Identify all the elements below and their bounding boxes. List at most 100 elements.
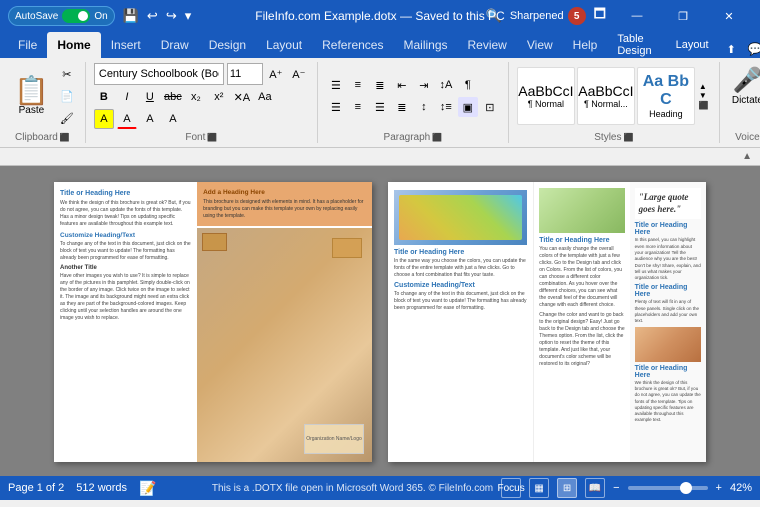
page-1[interactable]: Title or Heading Here We think the desig… <box>54 182 372 462</box>
save-icon[interactable]: 💾 <box>121 6 141 26</box>
font-group: A⁺ A⁻ B I U abc x₂ x² ✕A Aa A A A <box>86 62 318 143</box>
clipboard-expand-icon[interactable]: ⬛ <box>60 133 70 142</box>
page1-text1: To change any of the text in this docume… <box>60 241 191 262</box>
font-label: Font ⬛ <box>185 132 217 143</box>
tab-references[interactable]: References <box>312 32 393 58</box>
shading-button[interactable]: ▣ <box>458 97 478 117</box>
styles-scroll-up-icon[interactable]: ▲ <box>699 82 709 92</box>
autosave-badge[interactable]: AutoSave On <box>8 6 115 26</box>
style-heading1[interactable]: Aa Bb C Heading <box>637 67 695 125</box>
paragraph-label: Paragraph ⬛ <box>384 132 443 143</box>
tab-table-design[interactable]: Table Design <box>607 32 661 58</box>
paste-button[interactable]: 📋 Paste <box>8 75 55 118</box>
redo-icon[interactable]: ↪ <box>164 6 179 26</box>
text-case-button[interactable]: Aa <box>255 87 275 107</box>
paragraph-expand-icon[interactable]: ⬛ <box>432 133 442 142</box>
collapse-ribbon-button[interactable]: ▲ <box>742 151 752 162</box>
close-button[interactable]: ✕ <box>706 0 752 32</box>
text-effects-button[interactable]: A <box>140 109 160 129</box>
undo-icon[interactable]: ↩ <box>145 6 160 26</box>
cut-button[interactable]: ✂ <box>57 64 77 84</box>
styles-scroll[interactable]: ▲ ▼ ⬛ <box>697 82 711 111</box>
proofing-icon[interactable]: 📝 <box>139 480 156 497</box>
zoom-out-button[interactable]: − <box>613 482 619 494</box>
align-left-button[interactable]: ☰ <box>326 97 346 117</box>
subscript-button[interactable]: x₂ <box>186 87 206 107</box>
sort-button[interactable]: ↕A <box>436 75 456 95</box>
minimize-button[interactable]: — <box>614 0 660 32</box>
bold-button[interactable]: B <box>94 87 114 107</box>
align-center-button[interactable]: ≡ <box>348 97 368 117</box>
tab-file[interactable]: File <box>8 32 47 58</box>
page1-right-column: Add a Heading Here This brochure is desi… <box>197 182 372 462</box>
paragraph-content: ☰ ≡ ≣ ⇤ ⇥ ↕A ¶ ☰ ≡ ☰ ≣ ↕ ↕≡ ▣ ⊡ <box>326 62 500 130</box>
style-normal[interactable]: AaBbCcI ¶ Normal <box>517 67 575 125</box>
tab-help[interactable]: Help <box>563 32 608 58</box>
highlight-button[interactable]: A <box>94 109 114 129</box>
dictate-button[interactable]: 🎤 Dictate <box>728 62 760 110</box>
font-family-input[interactable] <box>94 63 224 85</box>
format-painter-button[interactable]: 🖌 <box>57 108 77 128</box>
styles-expand-icon[interactable]: ⬛ <box>699 101 709 111</box>
style-no-space[interactable]: AaBbCcI ¶ Normal... <box>577 67 635 125</box>
tab-mailings[interactable]: Mailings <box>393 32 457 58</box>
zoom-slider[interactable] <box>628 486 708 490</box>
show-formatting-button[interactable]: ¶ <box>458 75 478 95</box>
borders-button[interactable]: ⊡ <box>480 97 500 117</box>
font-extra-button[interactable]: A <box>163 109 183 129</box>
copy-button[interactable]: 📄 <box>57 86 77 106</box>
tab-design[interactable]: Design <box>199 32 256 58</box>
decrease-indent-button[interactable]: ⇤ <box>392 75 412 95</box>
web-layout-button[interactable]: ⊞ <box>557 478 577 498</box>
text-direction-button[interactable]: ↕ <box>414 97 434 117</box>
read-mode-button[interactable]: 📖 <box>585 478 605 498</box>
font-size-input[interactable] <box>227 63 263 85</box>
tab-table-layout[interactable]: Layout <box>666 32 719 58</box>
font-expand-icon[interactable]: ⬛ <box>207 133 217 142</box>
decrease-font-button[interactable]: A⁻ <box>289 64 309 84</box>
clipboard-group: 📋 Paste ✂ 📄 🖌 Clipboard ⬛ <box>0 62 86 143</box>
tab-layout[interactable]: Layout <box>256 32 312 58</box>
strikethrough-button[interactable]: abc <box>163 87 183 107</box>
font-color-button[interactable]: A <box>117 109 137 129</box>
tab-home[interactable]: Home <box>47 32 100 58</box>
word-count: 512 words <box>76 482 127 494</box>
styles-expand-btn-icon[interactable]: ⬛ <box>623 133 633 142</box>
print-layout-button[interactable]: ▦ <box>529 478 549 498</box>
page2-middle-column: Title or Heading Here You can easily cha… <box>534 182 629 462</box>
italic-button[interactable]: I <box>117 87 137 107</box>
page1-orange-box: Add a Heading Here This brochure is desi… <box>197 182 372 226</box>
tab-view[interactable]: View <box>517 32 563 58</box>
increase-font-button[interactable]: A⁺ <box>266 64 286 84</box>
ribbon-display-icon[interactable]: 🗖 <box>590 3 610 29</box>
page-2[interactable]: Title or Heading Here In the same way yo… <box>388 182 706 462</box>
page1-main-photo: Organization Name/Logo <box>197 228 372 462</box>
customize-icon[interactable]: ▾ <box>183 6 194 26</box>
restore-button[interactable]: ❐ <box>660 0 706 32</box>
focus-button[interactable]: Focus <box>501 478 521 498</box>
bullets-button[interactable]: ☰ <box>326 75 346 95</box>
superscript-button[interactable]: x² <box>209 87 229 107</box>
share-icon[interactable]: ⬆ <box>723 41 740 58</box>
pages-container: Title or Heading Here We think the desig… <box>54 182 706 462</box>
underline-button[interactable]: U <box>140 87 160 107</box>
styles-label: Styles ⬛ <box>594 132 633 143</box>
sharpened-label: Sharpened <box>510 10 564 22</box>
comment-icon[interactable]: 💬 <box>744 40 760 58</box>
increase-indent-button[interactable]: ⇥ <box>414 75 434 95</box>
align-right-button[interactable]: ☰ <box>370 97 390 117</box>
tab-insert[interactable]: Insert <box>101 32 151 58</box>
numbering-button[interactable]: ≡ <box>348 75 368 95</box>
tab-draw[interactable]: Draw <box>151 32 199 58</box>
tab-review[interactable]: Review <box>458 32 517 58</box>
autosave-toggle[interactable] <box>62 9 90 23</box>
page2-quote: "Large quote goes here." <box>635 188 701 219</box>
justify-button[interactable]: ≣ <box>392 97 412 117</box>
styles-scroll-down-icon[interactable]: ▼ <box>699 91 709 101</box>
document-area: Title or Heading Here We think the desig… <box>0 166 760 476</box>
zoom-in-button[interactable]: + <box>716 482 722 494</box>
line-spacing-button[interactable]: ↕≡ <box>436 97 456 117</box>
multilevel-button[interactable]: ≣ <box>370 75 390 95</box>
clear-format-button[interactable]: ✕A <box>232 87 252 107</box>
dictate-label: Dictate <box>732 95 760 106</box>
